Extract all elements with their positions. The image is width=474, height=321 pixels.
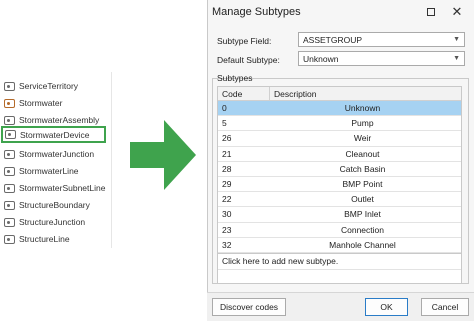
cell-code[interactable]: 32 bbox=[218, 240, 270, 250]
table-row[interactable]: 23 Connection bbox=[218, 223, 461, 238]
network-icon bbox=[4, 98, 15, 108]
tree-item-stormwaterdevice[interactable]: StormwaterDevice bbox=[1, 126, 106, 143]
subtype-field-value: ASSETGROUP bbox=[303, 34, 363, 45]
cell-code[interactable]: 5 bbox=[218, 118, 270, 128]
cell-code[interactable]: 22 bbox=[218, 194, 270, 204]
cell-code[interactable]: 23 bbox=[218, 225, 270, 235]
layer-icon bbox=[4, 234, 15, 244]
cell-code[interactable]: 26 bbox=[218, 133, 270, 143]
cell-description[interactable]: Catch Basin bbox=[270, 164, 461, 174]
cell-code[interactable]: 28 bbox=[218, 164, 270, 174]
cell-description[interactable]: Outlet bbox=[270, 194, 461, 204]
default-subtype-label: Default Subtype: bbox=[217, 55, 280, 65]
tree-item-label: ServiceTerritory bbox=[19, 81, 79, 91]
tree-item-label: StormwaterJunction bbox=[19, 149, 95, 159]
layer-icon bbox=[4, 217, 15, 227]
table-row[interactable]: 5 Pump bbox=[218, 116, 461, 132]
cell-description[interactable]: BMP Point bbox=[270, 179, 461, 189]
column-header-code[interactable]: Code bbox=[218, 87, 270, 100]
cell-description[interactable]: Manhole Channel bbox=[270, 240, 461, 250]
tree-item-label: StormwaterLine bbox=[19, 166, 79, 176]
layer-tree-panel: ServiceTerritory Stormwater StormwaterAs… bbox=[0, 72, 112, 248]
subtypes-group-label: Subtypes bbox=[217, 73, 253, 83]
table-header: Code Description bbox=[218, 87, 461, 101]
tree-item-label: StormwaterAssembly bbox=[19, 115, 100, 125]
tree-item-servicetterritory[interactable]: ServiceTerritory bbox=[4, 79, 78, 93]
dialog-title: Manage Subtypes bbox=[212, 6, 301, 18]
cell-description[interactable]: Cleanout bbox=[270, 149, 461, 159]
default-subtype-value: Unknown bbox=[303, 53, 339, 64]
close-icon: ✕ bbox=[451, 4, 463, 19]
layer-icon bbox=[4, 183, 15, 193]
table-row[interactable]: 0 Unknown bbox=[218, 101, 461, 117]
tree-item-label: StormwaterDevice bbox=[20, 129, 90, 140]
tree-item-structureline[interactable]: StructureLine bbox=[4, 232, 70, 246]
layer-icon bbox=[4, 115, 15, 125]
cell-description[interactable]: Weir bbox=[270, 133, 461, 143]
tree-item-structurejunction[interactable]: StructureJunction bbox=[4, 215, 85, 229]
discover-codes-button[interactable]: Discover codes bbox=[212, 298, 286, 316]
subtype-field-select[interactable]: ASSETGROUP ▼ bbox=[298, 32, 465, 47]
tree-item-stormwaterassembly[interactable]: StormwaterAssembly bbox=[4, 113, 99, 127]
tree-item-stormwater[interactable]: Stormwater bbox=[4, 96, 62, 110]
maximize-icon bbox=[427, 8, 435, 16]
tree-item-stormwaterjunction[interactable]: StormwaterJunction bbox=[4, 147, 94, 161]
layer-icon bbox=[5, 130, 16, 139]
cell-code[interactable]: 0 bbox=[218, 103, 270, 113]
tree-item-label: StructureJunction bbox=[19, 217, 86, 227]
layer-icon bbox=[4, 81, 15, 91]
table-row[interactable]: 26 Weir bbox=[218, 131, 461, 147]
right-arrow-icon bbox=[130, 120, 196, 190]
tree-item-structureboundary[interactable]: StructureBoundary bbox=[4, 198, 90, 212]
cell-description[interactable]: BMP Inlet bbox=[270, 209, 461, 219]
ok-button[interactable]: OK bbox=[365, 298, 408, 316]
table-row[interactable]: 21 Cleanout bbox=[218, 147, 461, 162]
cell-code[interactable]: 29 bbox=[218, 179, 270, 189]
tree-item-label: StructureBoundary bbox=[19, 200, 90, 210]
table-row[interactable]: 32 Manhole Channel bbox=[218, 238, 461, 253]
layer-icon bbox=[4, 200, 15, 210]
table-row[interactable]: 29 BMP Point bbox=[218, 177, 461, 193]
tree-item-label: Stormwater bbox=[19, 98, 63, 108]
cancel-button[interactable]: Cancel bbox=[421, 298, 469, 316]
add-subtype-row[interactable]: Click here to add new subtype. bbox=[218, 252, 461, 270]
tree-item-label: StormwaterSubnetLine bbox=[19, 183, 106, 193]
chevron-down-icon: ▼ bbox=[453, 36, 460, 43]
table-row[interactable]: 22 Outlet bbox=[218, 192, 461, 208]
cell-code[interactable]: 30 bbox=[218, 209, 270, 219]
cell-code[interactable]: 21 bbox=[218, 149, 270, 159]
chevron-down-icon: ▼ bbox=[453, 55, 460, 62]
tree-item-stormwatersubnetline[interactable]: StormwaterSubnetLine bbox=[4, 181, 105, 195]
tree-item-stormwaterline[interactable]: StormwaterLine bbox=[4, 164, 79, 178]
maximize-button[interactable] bbox=[422, 3, 440, 21]
subtypes-table: Code Description 0 Unknown 5 Pump 26 Weir 21 Cl… bbox=[217, 86, 462, 284]
default-subtype-select[interactable]: Unknown ▼ bbox=[298, 51, 465, 66]
cell-description[interactable]: Pump bbox=[270, 118, 461, 128]
add-subtype-text: Click here to add new subtype. bbox=[222, 256, 339, 267]
layer-icon bbox=[4, 166, 15, 176]
cell-description[interactable]: Connection bbox=[270, 225, 461, 235]
cell-description[interactable]: Unknown bbox=[270, 103, 461, 113]
column-header-description[interactable]: Description bbox=[270, 87, 321, 100]
table-row[interactable]: 28 Catch Basin bbox=[218, 162, 461, 177]
tree-item-label: StructureLine bbox=[19, 234, 70, 244]
subtype-field-label: Subtype Field: bbox=[217, 36, 272, 46]
table-row[interactable]: 30 BMP Inlet bbox=[218, 207, 461, 223]
close-button[interactable]: ✕ bbox=[448, 3, 466, 21]
layer-icon bbox=[4, 149, 15, 159]
